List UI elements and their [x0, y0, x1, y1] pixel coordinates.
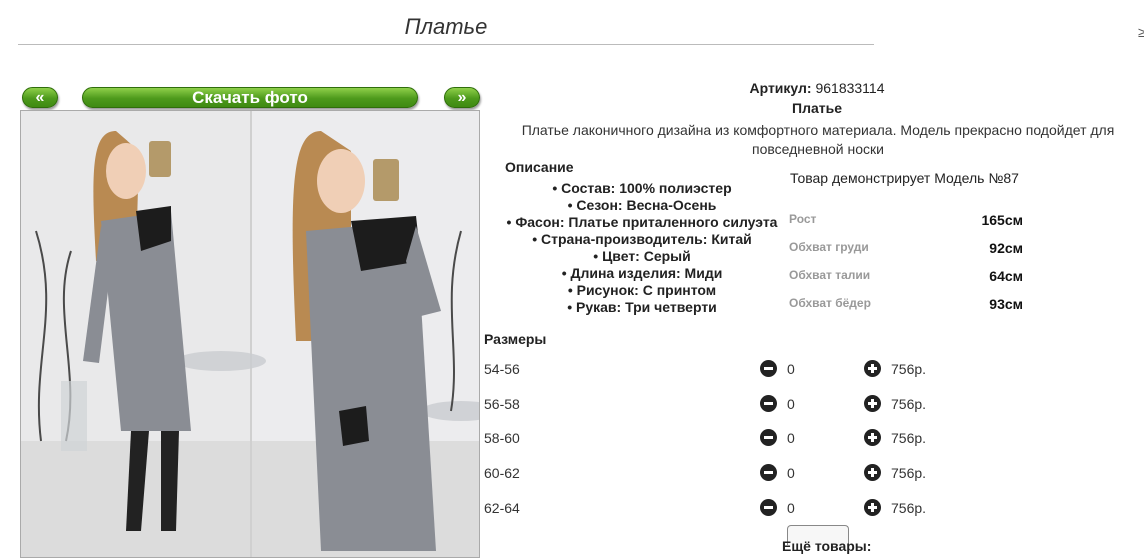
measurement-label: Обхват груди — [789, 240, 869, 254]
measurement-label: Рост — [789, 212, 817, 226]
measurement-value: 165см — [981, 212, 1023, 228]
more-goods-heading: Ещё товары: — [782, 538, 872, 554]
price: 756р. — [891, 465, 927, 481]
minus-icon[interactable] — [760, 395, 777, 412]
size-label: 54-56 — [484, 361, 520, 377]
minus-icon[interactable] — [760, 360, 777, 377]
minus-icon[interactable] — [760, 429, 777, 446]
plus-icon[interactable] — [864, 395, 881, 412]
property-item: Длина изделия: Миди — [502, 265, 782, 282]
product-photo — [20, 110, 480, 558]
page-title: Платье — [404, 14, 488, 39]
article-line: Артикул: 961833114 — [500, 80, 1134, 96]
measurement-value: 93см — [989, 296, 1023, 312]
edge-mark: ≥ — [1138, 24, 1144, 40]
dress-photo-illustration — [21, 111, 479, 557]
quantity-value: 0 — [787, 465, 795, 481]
price: 756р. — [891, 500, 927, 516]
price: 756р. — [891, 361, 927, 377]
quantity-value: 0 — [787, 396, 795, 412]
size-label: 62-64 — [484, 500, 520, 516]
size-label: 56-58 — [484, 396, 520, 412]
quantity-value: 0 — [787, 500, 795, 516]
sizes-heading: Размеры — [484, 331, 547, 347]
property-list: Состав: 100% полиэстер Сезон: Весна-Осен… — [502, 180, 782, 316]
measurement-value: 64см — [989, 268, 1023, 284]
size-row: 54-56 0 756р. — [484, 359, 934, 379]
minus-icon[interactable] — [760, 499, 777, 516]
product-name: Платье — [792, 100, 842, 116]
size-row: 62-64 0 756р. — [484, 498, 934, 518]
plus-icon[interactable] — [864, 464, 881, 481]
plus-icon[interactable] — [864, 499, 881, 516]
product-description: Платье лаконичного дизайна из комфортног… — [521, 122, 1115, 157]
price: 756р. — [891, 396, 927, 412]
property-item: Сезон: Весна-Осень — [502, 197, 782, 214]
download-photo-button[interactable]: Скачать фото — [82, 87, 418, 108]
property-item: Рисунок: С принтом — [502, 282, 782, 299]
measurement-label: Обхват бёдер — [789, 296, 871, 310]
quantity-value: 0 — [787, 361, 795, 377]
measurement-label: Обхват талии — [789, 268, 871, 282]
size-row: 56-58 0 756р. — [484, 394, 934, 414]
property-item: Страна-производитель: Китай — [502, 231, 782, 248]
minus-icon[interactable] — [760, 464, 777, 481]
prev-photo-button[interactable]: « — [22, 87, 58, 108]
measurement-value: 92см — [989, 240, 1023, 256]
price: 756р. — [891, 430, 927, 446]
next-photo-button[interactable]: » — [444, 87, 480, 108]
title-divider — [18, 44, 874, 45]
property-item: Цвет: Серый — [502, 248, 782, 265]
quantity-value: 0 — [787, 430, 795, 446]
property-item: Состав: 100% полиэстер — [502, 180, 782, 197]
property-item: Фасон: Платье приталенного силуэта — [502, 214, 782, 231]
size-row: 60-62 0 756р. — [484, 463, 934, 483]
property-item: Рукав: Три четверти — [502, 299, 782, 316]
size-label: 60-62 — [484, 465, 520, 481]
article-label: Артикул: — [749, 80, 812, 96]
article-value: 961833114 — [815, 80, 885, 96]
plus-icon[interactable] — [864, 360, 881, 377]
size-label: 58-60 — [484, 430, 520, 446]
description-heading: Описание — [505, 159, 574, 175]
size-row: 58-60 0 756р. — [484, 428, 934, 448]
model-caption: Товар демонстрирует Модель №87 — [790, 170, 1019, 186]
plus-icon[interactable] — [864, 429, 881, 446]
